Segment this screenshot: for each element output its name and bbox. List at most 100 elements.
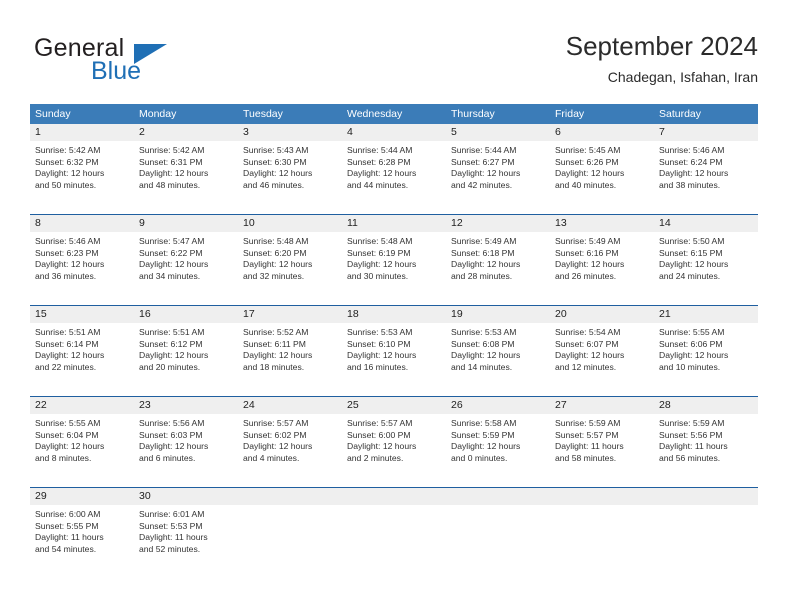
day-cell-17[interactable]: 17 Sunrise: 5:52 AM Sunset: 6:11 PM Dayl… xyxy=(238,306,342,396)
day-number-band: 14 xyxy=(654,215,758,232)
day-number-band xyxy=(342,488,446,505)
day-cell-13[interactable]: 13 Sunrise: 5:49 AM Sunset: 6:16 PM Dayl… xyxy=(550,215,654,305)
day-cell-18[interactable]: 18 Sunrise: 5:53 AM Sunset: 6:10 PM Dayl… xyxy=(342,306,446,396)
daylight-text-line2: and 16 minutes. xyxy=(347,361,409,372)
day-number: 21 xyxy=(659,308,671,320)
day-number: 3 xyxy=(243,126,249,138)
sunrise-text: Sunrise: 5:48 AM xyxy=(347,236,413,246)
daylight-text-line1: Daylight: 12 hours xyxy=(555,350,625,361)
day-details: Sunrise: 5:55 AM Sunset: 6:04 PM Dayligh… xyxy=(30,414,134,464)
day-cell-29[interactable]: 29 Sunrise: 6:00 AM Sunset: 5:55 PM Dayl… xyxy=(30,488,134,578)
day-cell-1[interactable]: 1 Sunrise: 5:42 AM Sunset: 6:32 PM Dayli… xyxy=(30,124,134,214)
sunset-text: Sunset: 6:18 PM xyxy=(451,247,515,258)
sunrise-text: Sunrise: 5:44 AM xyxy=(347,145,413,155)
general-blue-logo[interactable]: General Blue xyxy=(34,34,274,92)
sunrise-text: Sunrise: 5:44 AM xyxy=(451,145,517,155)
day-cell-15[interactable]: 15 Sunrise: 5:51 AM Sunset: 6:14 PM Dayl… xyxy=(30,306,134,396)
day-cell-22[interactable]: 22 Sunrise: 5:55 AM Sunset: 6:04 PM Dayl… xyxy=(30,397,134,487)
daylight-text-line2: and 30 minutes. xyxy=(347,270,409,281)
daylight-text-line1: Daylight: 12 hours xyxy=(35,350,105,361)
day-number: 8 xyxy=(35,217,41,229)
day-cell-24[interactable]: 24 Sunrise: 5:57 AM Sunset: 6:02 PM Dayl… xyxy=(238,397,342,487)
day-number: 17 xyxy=(243,308,255,320)
day-number: 22 xyxy=(35,399,47,411)
day-cell-25[interactable]: 25 Sunrise: 5:57 AM Sunset: 6:00 PM Dayl… xyxy=(342,397,446,487)
daylight-text-line2: and 56 minutes. xyxy=(659,452,721,463)
day-number: 28 xyxy=(659,399,671,411)
sunrise-text: Sunrise: 5:45 AM xyxy=(555,145,621,155)
day-number: 18 xyxy=(347,308,359,320)
weekday-header-row: Sunday Monday Tuesday Wednesday Thursday… xyxy=(30,104,758,124)
daylight-text-line1: Daylight: 12 hours xyxy=(347,259,417,270)
sunrise-text: Sunrise: 5:51 AM xyxy=(139,327,205,337)
sunset-text: Sunset: 6:20 PM xyxy=(243,247,307,258)
sunrise-text: Sunrise: 5:56 AM xyxy=(139,418,205,428)
day-cell-7[interactable]: 7 Sunrise: 5:46 AM Sunset: 6:24 PM Dayli… xyxy=(654,124,758,214)
day-number-band: 25 xyxy=(342,397,446,414)
day-number: 27 xyxy=(555,399,567,411)
sunset-text: Sunset: 6:10 PM xyxy=(347,338,411,349)
day-cell-19[interactable]: 19 Sunrise: 5:53 AM Sunset: 6:08 PM Dayl… xyxy=(446,306,550,396)
daylight-text-line2: and 28 minutes. xyxy=(451,270,513,281)
day-cell-9[interactable]: 9 Sunrise: 5:47 AM Sunset: 6:22 PM Dayli… xyxy=(134,215,238,305)
day-cell-10[interactable]: 10 Sunrise: 5:48 AM Sunset: 6:20 PM Dayl… xyxy=(238,215,342,305)
sunrise-text: Sunrise: 5:52 AM xyxy=(243,327,309,337)
day-cell-21[interactable]: 21 Sunrise: 5:55 AM Sunset: 6:06 PM Dayl… xyxy=(654,306,758,396)
day-details: Sunrise: 5:47 AM Sunset: 6:22 PM Dayligh… xyxy=(134,232,238,282)
day-cell-3[interactable]: 3 Sunrise: 5:43 AM Sunset: 6:30 PM Dayli… xyxy=(238,124,342,214)
day-cell-5[interactable]: 5 Sunrise: 5:44 AM Sunset: 6:27 PM Dayli… xyxy=(446,124,550,214)
day-details: Sunrise: 5:59 AM Sunset: 5:56 PM Dayligh… xyxy=(654,414,758,464)
day-number-band: 24 xyxy=(238,397,342,414)
day-details: Sunrise: 5:50 AM Sunset: 6:15 PM Dayligh… xyxy=(654,232,758,282)
weekday-header-sunday: Sunday xyxy=(35,108,71,120)
sunset-text: Sunset: 5:55 PM xyxy=(35,520,99,531)
daylight-text-line2: and 14 minutes. xyxy=(451,361,513,372)
day-cell-4[interactable]: 4 Sunrise: 5:44 AM Sunset: 6:28 PM Dayli… xyxy=(342,124,446,214)
day-cell-30[interactable]: 30 Sunrise: 6:01 AM Sunset: 5:53 PM Dayl… xyxy=(134,488,238,578)
day-cell-12[interactable]: 12 Sunrise: 5:49 AM Sunset: 6:18 PM Dayl… xyxy=(446,215,550,305)
day-number: 30 xyxy=(139,490,151,502)
day-details: Sunrise: 5:42 AM Sunset: 6:32 PM Dayligh… xyxy=(30,141,134,191)
sunrise-text: Sunrise: 5:55 AM xyxy=(659,327,725,337)
day-number-band xyxy=(654,488,758,505)
day-cell-16[interactable]: 16 Sunrise: 5:51 AM Sunset: 6:12 PM Dayl… xyxy=(134,306,238,396)
day-details: Sunrise: 5:46 AM Sunset: 6:23 PM Dayligh… xyxy=(30,232,134,282)
daylight-text-line2: and 26 minutes. xyxy=(555,270,617,281)
sunrise-text: Sunrise: 5:58 AM xyxy=(451,418,517,428)
day-details: Sunrise: 5:59 AM Sunset: 5:57 PM Dayligh… xyxy=(550,414,654,464)
sunrise-text: Sunrise: 5:42 AM xyxy=(139,145,205,155)
daylight-text-line2: and 8 minutes. xyxy=(35,452,92,463)
title-block: September 2024 Chadegan, Isfahan, Iran xyxy=(566,30,758,86)
sunset-text: Sunset: 6:28 PM xyxy=(347,156,411,167)
daylight-text-line1: Daylight: 12 hours xyxy=(139,441,209,452)
day-cell-11[interactable]: 11 Sunrise: 5:48 AM Sunset: 6:19 PM Dayl… xyxy=(342,215,446,305)
sunrise-text: Sunrise: 5:46 AM xyxy=(659,145,725,155)
day-details: Sunrise: 6:01 AM Sunset: 5:53 PM Dayligh… xyxy=(134,505,238,555)
day-cell-6[interactable]: 6 Sunrise: 5:45 AM Sunset: 6:26 PM Dayli… xyxy=(550,124,654,214)
day-cell-empty xyxy=(654,488,758,578)
daylight-text-line2: and 58 minutes. xyxy=(555,452,617,463)
sunset-text: Sunset: 5:56 PM xyxy=(659,429,723,440)
week-row: 8 Sunrise: 5:46 AM Sunset: 6:23 PM Dayli… xyxy=(30,214,758,305)
day-cell-14[interactable]: 14 Sunrise: 5:50 AM Sunset: 6:15 PM Dayl… xyxy=(654,215,758,305)
day-number-band: 29 xyxy=(30,488,134,505)
day-number-band: 21 xyxy=(654,306,758,323)
daylight-text-line2: and 46 minutes. xyxy=(243,179,305,190)
daylight-text-line1: Daylight: 12 hours xyxy=(35,168,105,179)
day-number-band: 11 xyxy=(342,215,446,232)
sunset-text: Sunset: 6:06 PM xyxy=(659,338,723,349)
day-cell-26[interactable]: 26 Sunrise: 5:58 AM Sunset: 5:59 PM Dayl… xyxy=(446,397,550,487)
day-number-band: 16 xyxy=(134,306,238,323)
day-cell-27[interactable]: 27 Sunrise: 5:59 AM Sunset: 5:57 PM Dayl… xyxy=(550,397,654,487)
day-number: 14 xyxy=(659,217,671,229)
daylight-text-line2: and 44 minutes. xyxy=(347,179,409,190)
day-cell-8[interactable]: 8 Sunrise: 5:46 AM Sunset: 6:23 PM Dayli… xyxy=(30,215,134,305)
daylight-text-line2: and 10 minutes. xyxy=(659,361,721,372)
day-cell-23[interactable]: 23 Sunrise: 5:56 AM Sunset: 6:03 PM Dayl… xyxy=(134,397,238,487)
day-cell-20[interactable]: 20 Sunrise: 5:54 AM Sunset: 6:07 PM Dayl… xyxy=(550,306,654,396)
daylight-text-line1: Daylight: 11 hours xyxy=(35,532,104,543)
day-cell-2[interactable]: 2 Sunrise: 5:42 AM Sunset: 6:31 PM Dayli… xyxy=(134,124,238,214)
sunrise-text: Sunrise: 5:47 AM xyxy=(139,236,205,246)
day-details: Sunrise: 5:48 AM Sunset: 6:20 PM Dayligh… xyxy=(238,232,342,282)
day-cell-28[interactable]: 28 Sunrise: 5:59 AM Sunset: 5:56 PM Dayl… xyxy=(654,397,758,487)
